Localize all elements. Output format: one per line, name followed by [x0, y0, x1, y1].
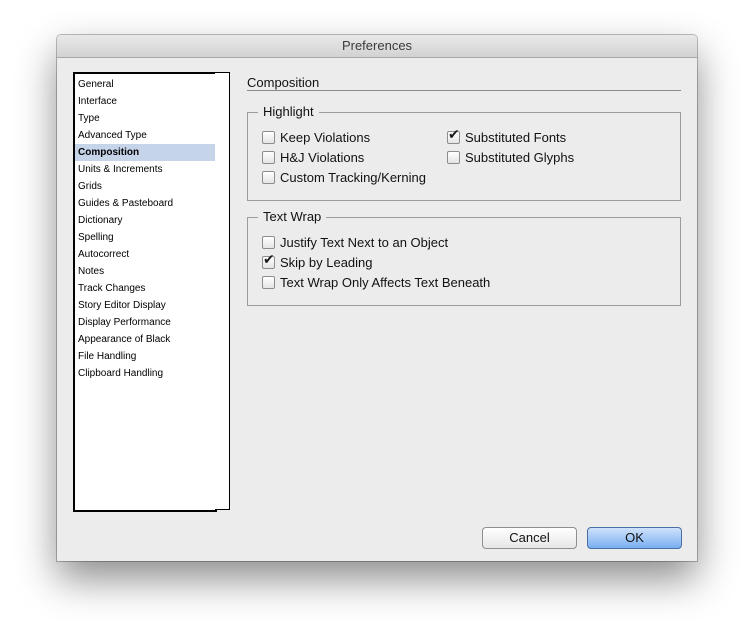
substituted-glyphs-box[interactable]	[447, 151, 460, 164]
sidebar-item-autocorrect[interactable]: Autocorrect	[75, 246, 215, 263]
keep-violations-label: Keep Violations	[280, 130, 371, 145]
sidebar-item-type[interactable]: Type	[75, 110, 215, 127]
skip-by-leading-label: Skip by Leading	[280, 255, 373, 270]
hj-violations-box[interactable]	[262, 151, 275, 164]
title-divider	[247, 90, 681, 91]
page-title: Composition	[247, 75, 320, 90]
substituted-fonts-box[interactable]	[447, 127, 460, 144]
wrap-only-beneath-checkbox[interactable]: Text Wrap Only Affects Text Beneath	[262, 275, 490, 291]
skip-by-leading-box[interactable]	[262, 252, 275, 269]
custom-tracking-checkbox[interactable]: Custom Tracking/Kerning	[262, 170, 426, 186]
ok-button[interactable]: OK	[587, 527, 682, 549]
sidebar-item-track-changes[interactable]: Track Changes	[75, 280, 215, 297]
substituted-glyphs-label: Substituted Glyphs	[465, 150, 575, 165]
justify-text-box[interactable]	[262, 236, 275, 249]
sidebar-item-interface[interactable]: Interface	[75, 93, 215, 110]
sidebar-item-dictionary[interactable]: Dictionary	[75, 212, 215, 229]
sidebar-item-spelling[interactable]: Spelling	[75, 229, 215, 246]
justify-text-label: Justify Text Next to an Object	[280, 235, 449, 250]
sidebar-scrollbar[interactable]	[215, 72, 230, 510]
hj-violations-checkbox[interactable]: H&J Violations	[262, 150, 364, 166]
preferences-dialog: Preferences General Interface Type Advanced…	[57, 35, 697, 561]
custom-tracking-label: Custom Tracking/Kerning	[280, 170, 426, 185]
sidebar-item-notes[interactable]: Notes	[75, 263, 215, 280]
hj-violations-label: H&J Violations	[280, 150, 365, 165]
sidebar-item-composition[interactable]: Composition	[75, 144, 215, 161]
highlight-group-label: Highlight	[258, 104, 319, 119]
sidebar-item-advanced-type[interactable]: Advanced Type	[75, 127, 215, 144]
keep-violations-box[interactable]	[262, 131, 275, 144]
cancel-button[interactable]: Cancel	[482, 527, 577, 549]
sidebar-item-units-increments[interactable]: Units & Increments	[75, 161, 215, 178]
preferences-category-list[interactable]: General Interface Type Advanced Type Composi…	[73, 72, 217, 512]
skip-by-leading-checkbox[interactable]: Skip by Leading	[262, 252, 373, 271]
sidebar-item-file-handling[interactable]: File Handling	[75, 348, 215, 365]
highlight-group: Highlight Keep Violations H&J Violations…	[247, 104, 681, 201]
keep-violations-checkbox[interactable]: Keep Violations	[262, 130, 370, 146]
sidebar-item-general[interactable]: General	[75, 76, 215, 93]
substituted-fonts-label: Substituted Fonts	[465, 130, 567, 145]
substituted-fonts-checkbox[interactable]: Substituted Fonts	[447, 127, 567, 146]
justify-text-checkbox[interactable]: Justify Text Next to an Object	[262, 235, 448, 251]
wrap-only-beneath-label: Text Wrap Only Affects Text Beneath	[280, 275, 491, 290]
custom-tracking-box[interactable]	[262, 171, 275, 184]
substituted-glyphs-checkbox[interactable]: Substituted Glyphs	[447, 150, 574, 166]
sidebar-item-clipboard-handling[interactable]: Clipboard Handling	[75, 365, 215, 382]
sidebar-item-appearance-of-black[interactable]: Appearance of Black	[75, 331, 215, 348]
sidebar-item-display-performance[interactable]: Display Performance	[75, 314, 215, 331]
sidebar-item-guides-pasteboard[interactable]: Guides & Pasteboard	[75, 195, 215, 212]
wrap-only-beneath-box[interactable]	[262, 276, 275, 289]
sidebar-item-story-editor-display[interactable]: Story Editor Display	[75, 297, 215, 314]
text-wrap-group-label: Text Wrap	[258, 209, 327, 224]
text-wrap-group: Text Wrap Justify Text Next to an Object…	[247, 209, 681, 306]
window-title: Preferences	[57, 35, 697, 58]
sidebar-item-grids[interactable]: Grids	[75, 178, 215, 195]
